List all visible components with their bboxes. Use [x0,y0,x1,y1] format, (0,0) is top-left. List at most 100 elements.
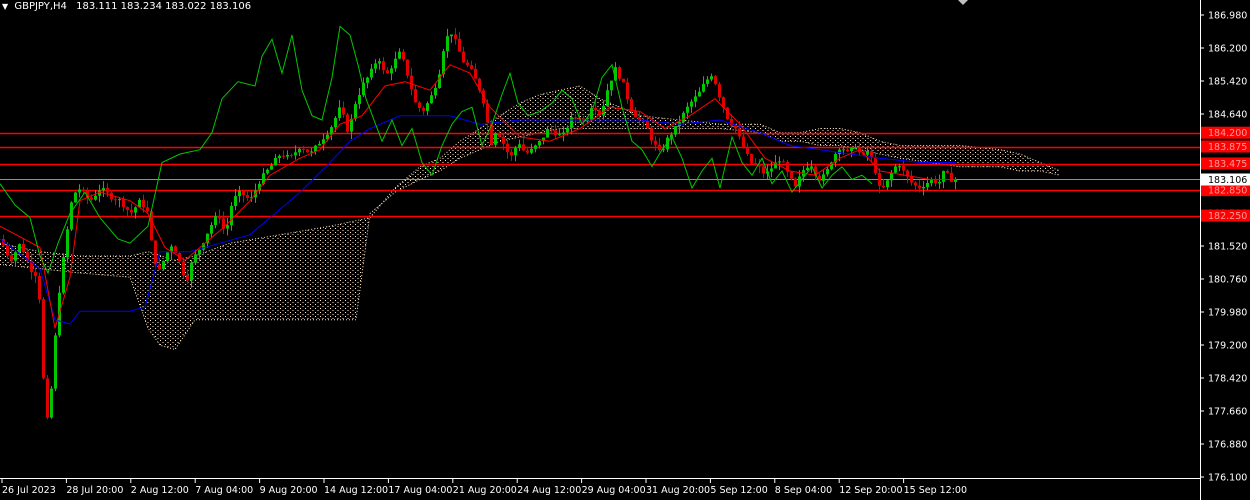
candle-body [266,169,269,174]
candle [894,164,897,174]
candle [514,145,517,162]
candle-body [418,102,421,108]
candle-body [122,199,125,208]
candle [330,125,333,141]
candle-body [162,260,165,269]
candle-body [154,240,157,265]
candle [782,159,785,163]
price-tick-label: 176.880 [1208,440,1247,451]
candle-body [514,147,517,156]
candle [934,175,937,187]
candle [282,150,285,159]
price-tick-label: 179.980 [1208,308,1247,319]
candle-body [854,147,857,149]
time-tick-label: 9 Aug 20:00 [260,485,318,496]
candle-body [686,106,689,113]
candle [466,59,469,68]
candle [606,83,609,107]
time-tick-label: 24 Aug 12:00 [517,485,581,496]
candle-body [410,75,413,90]
candle-body [498,133,501,137]
candle [454,28,457,45]
candle-body [522,144,525,151]
candle-body [430,95,433,104]
candle-body [338,107,341,118]
candle-body [750,154,753,164]
candle [702,76,705,93]
candle-body [546,128,549,138]
level-label: 184.200 [1208,128,1247,139]
candle-body [210,225,213,234]
candle [778,156,781,170]
candle-body [690,101,693,107]
price-chart[interactable]: 186.980186.200185.420184.640183.860183.0… [0,0,1250,500]
candle [434,84,437,99]
candle [750,153,753,165]
candle-body [286,154,289,157]
candle-body [806,167,809,170]
time-tick-label: 7 Aug 04:00 [195,485,253,496]
candle-body [78,189,81,193]
candle-body [486,103,489,123]
candle [846,147,849,153]
level-label: 182.850 [1208,186,1247,197]
candle-body [918,185,921,189]
candle-body [318,143,321,146]
candle [74,191,77,203]
candle [70,201,73,232]
candle-body [350,118,353,132]
candle-body [402,51,405,60]
candle-body [270,165,273,170]
candle [822,170,825,185]
candle-body [762,166,765,174]
candle-body [394,58,397,69]
candle [138,198,141,208]
candle-body [530,148,533,153]
candle [558,128,561,136]
candle [34,268,37,284]
candle [710,73,713,82]
candle [366,76,369,89]
candle-body [842,149,845,151]
candle-body [234,196,237,206]
candle [530,143,533,155]
candle-body [718,84,721,98]
candle [410,68,413,96]
candle-body [838,149,841,154]
candle-body [314,145,317,152]
candle-body [946,170,949,173]
candle-body [354,104,357,119]
candle [718,82,721,101]
candle [342,101,345,118]
candle-body [630,99,633,111]
candle-body [502,136,505,144]
candle [674,126,677,137]
candle-body [126,207,129,210]
time-tick-label: 21 Aug 20:00 [453,485,517,496]
candle-body [102,188,105,191]
candle-body [594,108,597,111]
candle [526,147,529,155]
candle-body [626,82,629,100]
candle [358,88,361,109]
candle-body [194,254,197,263]
candle [242,190,245,203]
candle-body [890,172,893,181]
candle-body [942,170,945,182]
candle [462,46,465,63]
candle [850,147,853,158]
candle-body [826,169,829,175]
candle [542,137,545,145]
candle-body [166,252,169,261]
candle-body [278,155,281,158]
candle [878,168,881,194]
candle [274,154,277,166]
candle-body [38,276,41,300]
candle-body [778,161,781,163]
candle-body [346,114,349,132]
time-tick-label: 15 Sep 12:00 [904,485,967,496]
candle-body [390,68,393,74]
candle [374,59,377,74]
candle-body [374,63,377,69]
candle [806,162,809,172]
